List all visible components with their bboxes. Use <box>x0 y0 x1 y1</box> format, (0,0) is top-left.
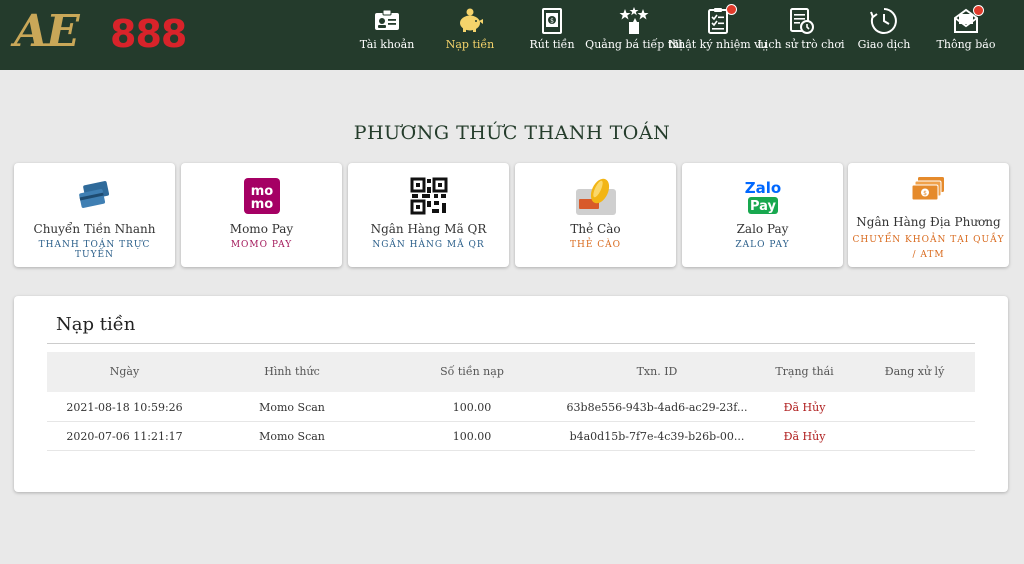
divider <box>47 343 975 344</box>
payment-method-name: Chuyển Tiền Nhanh <box>33 222 156 236</box>
svg-text:Pay: Pay <box>749 199 776 214</box>
table-header: Ngày Hình thức Số tiền nạp Txn. ID Trạng… <box>47 352 975 392</box>
payment-method-name: Ngân Hàng Địa Phương <box>856 215 1001 229</box>
payment-method-subtitle: ZALO PAY <box>735 240 790 250</box>
cell-amount: 100.00 <box>452 430 492 443</box>
payment-method-local-bank[interactable]: $ Ngân Hàng Địa Phương CHUYỂN KHOẢN TẠI … <box>848 163 1009 267</box>
payment-method-name: Thẻ Cào <box>570 222 621 236</box>
column-header-status: Trạng thái <box>775 365 834 378</box>
payment-method-subtitle: THẺ CÀO <box>569 240 622 250</box>
payment-method-subtitle: THANH TOÁN TRỰC TUYẾN <box>38 240 151 260</box>
column-header-amount: Số tiền nạp <box>440 365 504 378</box>
deposit-history-panel: Nạp tiền Ngày Hình thức Số tiền nạp Txn.… <box>14 296 1008 492</box>
cell-method: Momo Scan <box>259 430 325 443</box>
payment-method-subtitle: MOMO PAY <box>230 240 293 250</box>
svg-text:$: $ <box>923 190 927 197</box>
piggy-bank-icon <box>460 8 483 32</box>
payment-method-subtitle: CHUYỂN KHOẢN TẠI QUẦY / ATM <box>852 235 1005 260</box>
top-navigation-bar: AE 888 Tài khoản Nạp tiền $ Rút tiền Quả… <box>0 0 1024 70</box>
cell-date: 2021-08-18 10:59:26 <box>66 401 183 414</box>
column-header-processing: Đang xử lý <box>884 365 945 378</box>
account-card-icon <box>375 9 399 30</box>
cell-status: Đã Hủy <box>783 430 826 443</box>
marketing-icon <box>619 7 649 34</box>
withdraw-icon: $ <box>542 8 562 34</box>
momo-logo-icon: mo mo <box>243 178 280 214</box>
cell-txn-id[interactable]: b4a0d15b-7f7e-4c39-b26b-00... <box>562 430 752 443</box>
cell-amount: 100.00 <box>452 401 492 414</box>
payment-method-qr-bank[interactable]: Ngân Hàng Mã QR NGÂN HÀNG MÃ QR <box>348 163 509 267</box>
table-row: 2020-07-06 11:21:17 Momo Scan 100.00 b4a… <box>47 422 975 451</box>
clock-icon <box>870 8 897 34</box>
payment-methods-title: PHƯƠNG THỨC THANH TOÁN <box>353 122 671 144</box>
payment-method-fast-transfer[interactable]: Chuyển Tiền Nhanh THANH TOÁN TRỰC TUYẾN <box>14 163 175 267</box>
game-history-icon <box>790 8 814 34</box>
notification-badge <box>973 5 984 16</box>
nav-item-task-log[interactable]: Nhật ký nhiệm vụ <box>669 4 767 64</box>
logo-letters: AE <box>14 6 80 57</box>
credit-cards-icon <box>78 181 109 208</box>
cell-txn-id[interactable]: 63b8e556-943b-4ad6-ac29-23f... <box>562 401 752 414</box>
table-row: 2021-08-18 10:59:26 Momo Scan 100.00 63b… <box>47 393 975 422</box>
svg-text:Zalo: Zalo <box>744 179 780 197</box>
cell-status: Đã Hủy <box>783 401 826 414</box>
panel-title: Nạp tiền <box>56 314 136 335</box>
cell-method: Momo Scan <box>259 401 325 414</box>
cell-date: 2020-07-06 11:21:17 <box>66 430 183 443</box>
scratch-card-icon <box>575 178 616 215</box>
nav-item-deposit[interactable]: Nạp tiền <box>425 4 515 64</box>
payment-method-scratch-card[interactable]: Thẻ Cào THẺ CÀO <box>515 163 676 267</box>
brand-logo[interactable]: AE 888 <box>14 6 190 57</box>
notification-badge <box>726 4 737 15</box>
payment-method-subtitle: NGÂN HÀNG MÃ QR <box>372 240 485 250</box>
nav-item-game-history[interactable]: Lịch sử trò chơi <box>756 4 846 64</box>
qr-code-icon <box>410 177 447 215</box>
payment-method-momo[interactable]: mo mo Momo Pay MOMO PAY <box>181 163 342 267</box>
nav-item-withdraw[interactable]: $ Rút tiền <box>507 4 597 64</box>
payment-method-zalopay[interactable]: Zalo Pay Zalo Pay ZALO PAY <box>682 163 843 267</box>
column-header-date: Ngày <box>109 365 140 378</box>
zalopay-logo-icon: Zalo Pay <box>744 179 781 214</box>
payment-method-name: Ngân Hàng Mã QR <box>370 222 487 236</box>
nav-item-marketing[interactable]: Quảng bá tiếp thị <box>585 4 683 64</box>
svg-text:$: $ <box>550 18 554 25</box>
nav-item-account[interactable]: Tài khoản <box>342 4 432 64</box>
payment-method-name: Momo Pay <box>229 222 294 236</box>
column-header-method: Hình thức <box>264 365 320 378</box>
nav-item-transactions[interactable]: Giao dịch <box>839 4 929 64</box>
logo-number: 888 <box>110 12 187 56</box>
payment-method-name: Zalo Pay <box>736 222 789 236</box>
banknotes-icon: $ <box>911 177 944 201</box>
nav-item-notifications[interactable]: Thông báo <box>921 4 1011 64</box>
column-header-txn-id: Txn. ID <box>636 365 678 378</box>
svg-text:mo: mo <box>250 197 273 212</box>
nav-label: Thông báo <box>936 38 996 51</box>
